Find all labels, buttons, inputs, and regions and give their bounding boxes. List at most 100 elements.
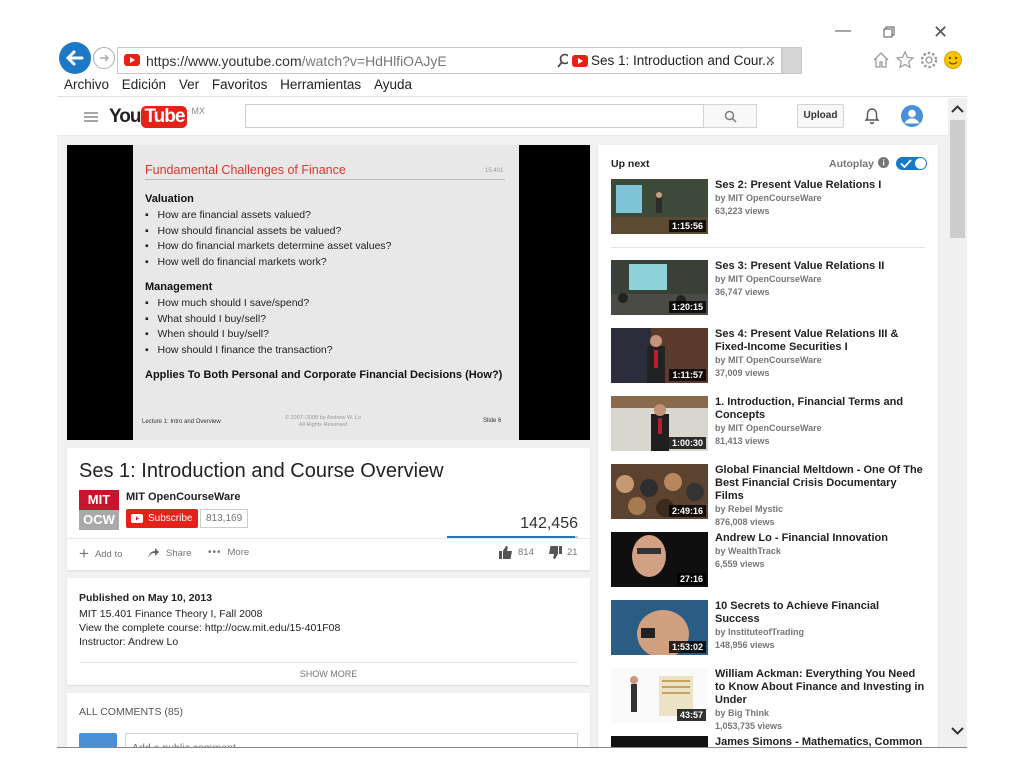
slide-bullet: ▪ How should financial assets be valued? [145, 224, 342, 237]
forward-button[interactable] [93, 47, 115, 69]
related-video[interactable]: 1:53:02 10 Secrets to Achieve Financial … [611, 600, 911, 660]
avatar[interactable] [901, 105, 923, 127]
share-button[interactable]: Share [147, 547, 191, 559]
slide-title: Fundamental Challenges of Finance [145, 163, 346, 177]
video-duration: 1:53:02 [668, 641, 706, 653]
subscribe-button[interactable]: Subscribe [126, 509, 199, 528]
url-text[interactable]: https://www.youtube.com/watch?v=HdHlfiOA… [146, 53, 447, 69]
related-video[interactable]: James Simons - Mathematics, Common [611, 736, 922, 747]
add-to-button[interactable]: + Add to [79, 544, 122, 563]
video-views: 148,956 views [715, 640, 775, 650]
search-input[interactable] [245, 104, 703, 128]
back-button[interactable] [59, 42, 91, 74]
menu-herramientas[interactable]: Herramientas [280, 75, 361, 95]
guide-menu-icon[interactable] [84, 111, 98, 123]
video-views: 37,009 views [715, 368, 770, 378]
related-video[interactable]: 1:20:15 Ses 3: Present Value Relations I… [611, 260, 911, 320]
related-video[interactable]: 2:49:16 Global Financial Meltdown - One … [611, 464, 923, 527]
upload-button[interactable]: Upload [797, 104, 844, 128]
menu-ver[interactable]: Ver [179, 75, 199, 95]
video-thumbnail[interactable]: 27:16 [611, 532, 708, 587]
video-views: 36,747 views [715, 287, 770, 297]
video-thumbnail[interactable]: 1:11:57 [611, 328, 708, 383]
plus-icon: + [79, 544, 89, 563]
slide-bullet: ▪ How well do financial markets work? [145, 255, 327, 268]
more-button[interactable]: ••• More [208, 547, 249, 558]
slide-bullet: ▪ How should I finance the transaction? [145, 343, 333, 356]
slide-divider [145, 179, 505, 180]
channel-logo-bottom: OCW [83, 512, 115, 527]
video-title[interactable]: 10 Secrets to Achieve Financial Success [715, 600, 925, 626]
favorites-star-icon[interactable] [895, 50, 915, 70]
menu-favoritos[interactable]: Favoritos [212, 75, 268, 95]
video-views: 81,413 views [715, 436, 770, 446]
url-path: /watch?v=HdHlfiOAJyE [301, 53, 447, 69]
related-video[interactable]: 27:16 Andrew Lo - Financial Innovation by… [611, 532, 911, 592]
video-title[interactable]: 1. Introduction, Financial Terms and Con… [715, 396, 925, 422]
slide-course-code: 15.401 [485, 168, 504, 174]
video-thumbnail[interactable]: 1:00:30 [611, 396, 708, 451]
slide-bullet: ▪ When should I buy/sell? [145, 328, 269, 341]
menu-ayuda[interactable]: Ayuda [374, 75, 412, 95]
menu-bar: Archivo Edición Ver Favoritos Herramient… [57, 75, 967, 97]
scroll-up-icon[interactable] [950, 104, 965, 114]
related-video[interactable]: 43:57 William Ackman: Everything You Nee… [611, 668, 924, 731]
slide-bullet: ▪ How do financial markets determine ass… [145, 240, 392, 253]
related-video[interactable]: 1:11:57 Ses 4: Present Value Relations I… [611, 328, 911, 388]
video-title[interactable]: James Simons - Mathematics, Common [715, 736, 925, 747]
related-video[interactable]: 1:00:30 1. Introduction, Financial Terms… [611, 396, 911, 456]
info-icon[interactable] [878, 157, 889, 168]
settings-gear-icon[interactable] [919, 50, 939, 70]
search-button[interactable] [703, 104, 757, 128]
video-channel: by Big Think [715, 708, 769, 718]
notifications-bell-icon[interactable] [864, 107, 880, 125]
video-title[interactable]: Ses 4: Present Value Relations III & Fix… [715, 328, 925, 354]
autoplay-toggle[interactable] [896, 157, 927, 170]
slide-bullet: ▪ How much should I save/spend? [145, 297, 310, 309]
video-thumbnail[interactable]: 1:15:56 [611, 179, 708, 234]
new-tab-button[interactable] [782, 47, 802, 74]
divider [67, 538, 590, 539]
youtube-favicon-icon [124, 54, 140, 66]
feedback-smiley-icon[interactable] [943, 50, 963, 70]
share-label: Share [166, 547, 192, 559]
up-next-label: Up next [611, 158, 650, 170]
video-thumbnail[interactable] [611, 736, 708, 747]
comments-header: ALL COMMENTS (85) [79, 706, 184, 718]
show-more-button[interactable]: SHOW MORE [67, 669, 590, 679]
related-video[interactable]: 1:15:56 Ses 2: Present Value Relations I… [611, 179, 911, 239]
channel-name[interactable]: MIT OpenCourseWare [126, 491, 241, 503]
video-thumbnail[interactable]: 43:57 [611, 668, 708, 723]
restore-icon[interactable] [883, 26, 895, 42]
comment-input[interactable] [125, 733, 578, 747]
logo-you: You [109, 106, 142, 127]
home-icon[interactable] [872, 51, 890, 69]
video-player[interactable]: Fundamental Challenges of Finance 15.401… [67, 145, 590, 440]
scroll-down-icon[interactable] [950, 726, 965, 736]
close-icon[interactable]: ✕ [933, 23, 948, 41]
like-button[interactable]: 814 [499, 546, 534, 559]
video-channel: by MIT OpenCourseWare [715, 274, 822, 284]
scrollbar-thumb[interactable] [950, 120, 965, 238]
video-title[interactable]: Ses 2: Present Value Relations I [715, 179, 925, 192]
video-thumbnail[interactable]: 2:49:16 [611, 464, 708, 519]
video-title[interactable]: Andrew Lo - Financial Innovation [715, 532, 925, 545]
address-bar[interactable]: https://www.youtube.com/watch?v=HdHlfiOA… [117, 47, 625, 74]
menu-edicion[interactable]: Edición [122, 75, 166, 95]
video-thumbnail[interactable]: 1:53:02 [611, 600, 708, 655]
slide-management-heading: Management [145, 281, 213, 293]
channel-logo[interactable]: MIT OCW [79, 490, 119, 530]
video-title[interactable]: Ses 3: Present Value Relations II [715, 260, 925, 273]
video-thumbnail[interactable]: 1:20:15 [611, 260, 708, 315]
menu-archivo[interactable]: Archivo [64, 75, 109, 95]
video-views: 1,053,735 views [715, 721, 783, 731]
dislike-button[interactable]: 21 [548, 546, 578, 559]
page-scrollbar[interactable] [948, 98, 967, 747]
youtube-logo[interactable]: You Tube MX [109, 106, 205, 128]
browser-window: — ✕ https://www.youtube.com/watch?v=HdHl… [57, 20, 967, 748]
video-title[interactable]: Global Financial Meltdown - One Of The B… [715, 464, 925, 503]
tab-current[interactable]: Ses 1: Introduction and Cour... ✕ [568, 47, 782, 74]
video-title[interactable]: William Ackman: Everything You Need to K… [715, 668, 925, 707]
minimize-icon[interactable]: — [835, 23, 851, 39]
tab-close-icon[interactable]: ✕ [765, 53, 776, 69]
